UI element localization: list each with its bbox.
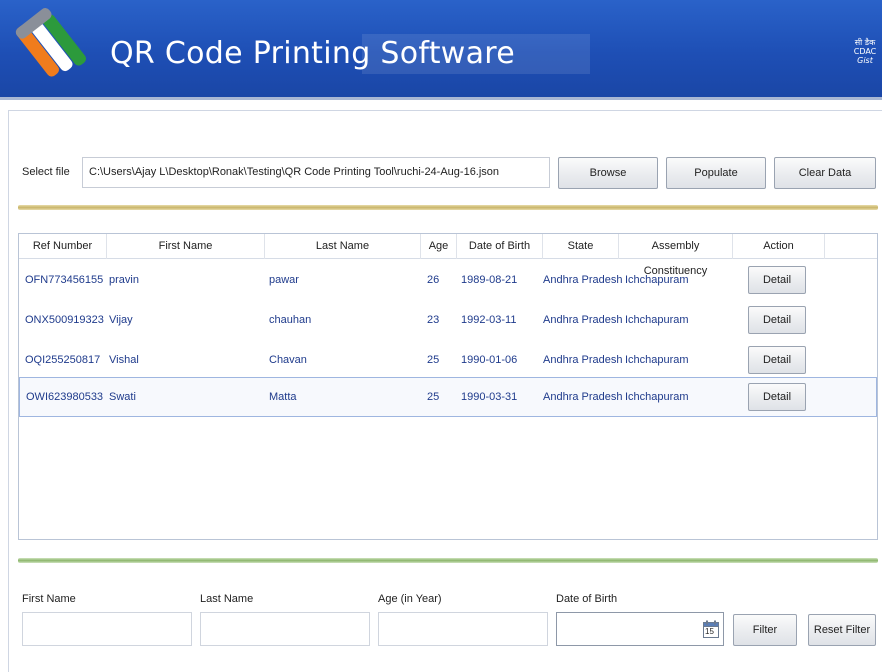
- last-name-filter-input[interactable]: [200, 612, 370, 646]
- cell-state: Andhra Pradesh: [543, 314, 623, 326]
- cell-age: 23: [427, 314, 440, 326]
- age-filter-label: Age (in Year): [378, 593, 442, 605]
- detail-button[interactable]: Detail: [748, 306, 806, 334]
- cell-last-name: chauhan: [269, 314, 312, 326]
- cell-ref-number: ONX500919323: [25, 314, 104, 326]
- table-row[interactable]: OQI255250817 Vishal Chavan 25 1990-01-06…: [19, 340, 877, 380]
- detail-button[interactable]: Detail: [748, 266, 806, 294]
- table-row[interactable]: OFN773456155 pravin pawar 26 1989-08-21 …: [19, 260, 877, 300]
- column-header-ref-number[interactable]: Ref Number: [19, 234, 107, 259]
- select-file-label: Select file: [22, 166, 70, 178]
- dob-filter-label: Date of Birth: [556, 593, 618, 605]
- cell-dob: 1990-03-31: [461, 391, 518, 403]
- cell-assembly-constituency: Ichchapuram: [625, 354, 689, 366]
- cdac-logo: सी डैक CDAC Gist: [852, 38, 878, 76]
- brand-line-1: सी डैक: [854, 38, 876, 47]
- separator-gold: [18, 205, 878, 210]
- cell-dob: 1990-01-06: [461, 354, 518, 366]
- cell-last-name: pawar: [269, 274, 299, 286]
- cell-last-name: Matta: [269, 391, 297, 403]
- cell-age: 25: [427, 391, 440, 403]
- app-title: QR Code Printing Software: [110, 36, 516, 71]
- brand-line-3: Gist: [857, 56, 873, 65]
- first-name-filter-input[interactable]: [22, 612, 192, 646]
- cell-first-name: Swati: [109, 391, 136, 403]
- cell-assembly-constituency: Ichchapuram: [625, 391, 689, 403]
- detail-button[interactable]: Detail: [748, 346, 806, 374]
- cell-first-name: Vishal: [109, 354, 139, 366]
- cell-ref-number: OQI255250817: [25, 354, 101, 366]
- app-header: QR Code Printing Software सी डैक CDAC Gi…: [0, 0, 882, 100]
- reset-filter-button[interactable]: Reset Filter: [808, 614, 876, 646]
- table-row-selected[interactable]: OWI623980533 Swati Matta 25 1990-03-31 A…: [19, 377, 877, 417]
- cell-ref-number: OWI623980533: [26, 391, 104, 403]
- browse-button[interactable]: Browse: [558, 157, 658, 189]
- cell-state: Andhra Pradesh: [543, 391, 623, 403]
- cell-assembly-constituency: Ichchapuram: [625, 314, 689, 326]
- cell-state: Andhra Pradesh: [543, 354, 623, 366]
- first-name-filter-label: First Name: [22, 593, 76, 605]
- column-header-action: Action: [733, 234, 825, 259]
- cell-first-name: pravin: [109, 274, 139, 286]
- column-header-age[interactable]: Age: [421, 234, 457, 259]
- cell-state: Andhra Pradesh: [543, 274, 623, 286]
- records-grid[interactable]: Ref Number First Name Last Name Age Date…: [18, 233, 878, 540]
- last-name-filter-label: Last Name: [200, 593, 254, 605]
- filter-button[interactable]: Filter: [733, 614, 797, 646]
- cell-last-name: Chavan: [269, 354, 307, 366]
- app-logo-icon: [10, 8, 86, 90]
- column-header-assembly-constituency[interactable]: Assembly Constituency: [619, 234, 733, 277]
- calendar-icon[interactable]: 15: [703, 620, 719, 638]
- file-path-input[interactable]: C:\Users\Ajay L\Desktop\Ronak\Testing\QR…: [82, 157, 550, 188]
- column-header-last-name[interactable]: Last Name: [265, 234, 421, 259]
- table-row[interactable]: ONX500919323 Vijay chauhan 23 1992-03-11…: [19, 300, 877, 340]
- clear-data-button[interactable]: Clear Data: [774, 157, 876, 189]
- column-header-state[interactable]: State: [543, 234, 619, 259]
- column-header-dob[interactable]: Date of Birth: [457, 234, 543, 259]
- grid-header: Ref Number First Name Last Name Age Date…: [19, 234, 877, 277]
- age-filter-input[interactable]: [378, 612, 548, 646]
- cell-ref-number: OFN773456155: [25, 274, 104, 286]
- brand-line-2: CDAC: [853, 47, 877, 56]
- cell-age: 25: [427, 354, 440, 366]
- cell-dob: 1989-08-21: [461, 274, 518, 286]
- column-header-first-name[interactable]: First Name: [107, 234, 265, 259]
- calendar-day: 15: [705, 627, 714, 636]
- cell-first-name: Vijay: [109, 314, 133, 326]
- cell-dob: 1992-03-11: [461, 314, 517, 326]
- cell-assembly-constituency: Ichchapuram: [625, 274, 689, 286]
- detail-button[interactable]: Detail: [748, 383, 806, 411]
- dob-filter-input[interactable]: 15: [556, 612, 724, 646]
- populate-button[interactable]: Populate: [666, 157, 766, 189]
- cell-age: 26: [427, 274, 440, 286]
- separator-green: [18, 558, 878, 563]
